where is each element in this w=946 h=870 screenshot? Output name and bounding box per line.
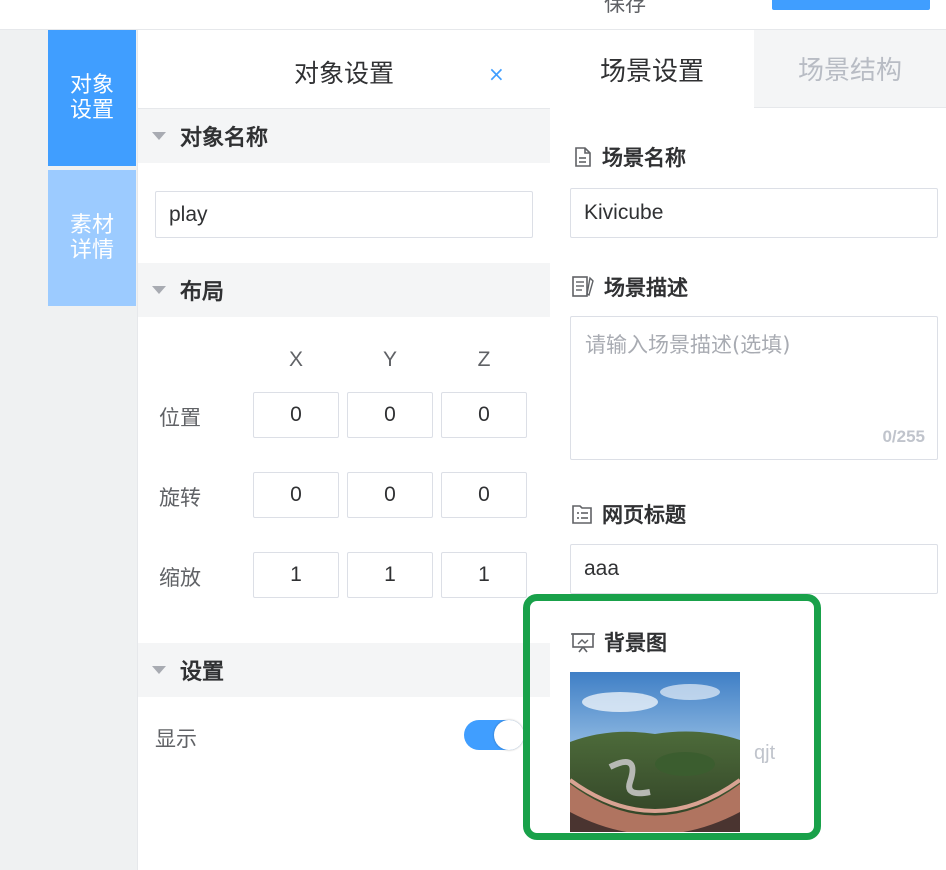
publish-button[interactable]: [772, 0, 930, 10]
rail-tab-label: 对象设置: [69, 73, 114, 123]
rotation-label: 旋转: [159, 486, 201, 510]
page-title-title: 网页标题: [570, 499, 686, 529]
section-label: 设置: [180, 660, 225, 685]
field-label: 背景图: [604, 631, 667, 655]
position-label: 位置: [159, 406, 201, 430]
rail-tab-object-settings[interactable]: 对象设置: [48, 30, 136, 166]
chevron-down-icon: [152, 286, 166, 294]
chevron-down-icon: [152, 132, 166, 140]
rotation-x-input[interactable]: 0: [253, 472, 339, 518]
document-icon: [575, 147, 591, 167]
axis-label-y: Y: [382, 348, 397, 371]
panorama-image: [570, 672, 740, 832]
section-label: 布局: [180, 280, 225, 305]
scale-x-input[interactable]: 1: [253, 552, 339, 598]
chevron-down-icon: [152, 666, 166, 674]
list-document-icon: [572, 505, 592, 524]
presentation-icon: [571, 633, 595, 653]
scene-description-input[interactable]: 请输入场景描述(选填) 0/255: [570, 316, 938, 460]
top-bar: 保存: [0, 0, 946, 30]
field-label: 网页标题: [602, 503, 686, 527]
position-z-input[interactable]: 0: [441, 392, 527, 438]
tab-scene-structure[interactable]: 场景结构: [754, 30, 946, 108]
section-label: 对象名称: [180, 126, 269, 151]
save-button[interactable]: 保存: [604, 0, 646, 18]
scene-name-title: 场景名称: [570, 142, 686, 172]
display-toggle[interactable]: [464, 720, 524, 750]
scene-description-title: 场景描述: [570, 272, 688, 302]
axis-label-x: X: [288, 348, 303, 371]
display-label: 显示: [155, 727, 197, 751]
position-x-input[interactable]: 0: [253, 392, 339, 438]
scale-z-input[interactable]: 1: [441, 552, 527, 598]
scale-label: 缩放: [159, 566, 201, 590]
object-name-input[interactable]: play: [155, 191, 533, 238]
background-image-thumbnail[interactable]: [570, 672, 740, 832]
scale-y-input[interactable]: 1: [347, 552, 433, 598]
field-label: 场景名称: [602, 146, 686, 170]
section-layout[interactable]: 布局: [138, 263, 550, 317]
page-title-input[interactable]: aaa: [570, 544, 938, 594]
character-counter: 0/255: [882, 427, 925, 446]
section-settings[interactable]: 设置: [138, 643, 550, 697]
rail-tab-asset-details[interactable]: 素材详情: [48, 170, 136, 306]
position-y-input[interactable]: 0: [347, 392, 433, 438]
rotation-z-input[interactable]: 0: [441, 472, 527, 518]
tab-scene-settings[interactable]: 场景设置: [550, 30, 754, 108]
section-object-name[interactable]: 对象名称: [138, 109, 550, 163]
object-settings-panel: 对象设置 × 对象名称 play 布局 X Y Z 位置 0 0 0 旋转 0 …: [137, 30, 551, 870]
background-image-title: 背景图: [570, 627, 667, 657]
rail-tab-label: 素材详情: [69, 213, 114, 263]
rotation-y-input[interactable]: 0: [347, 472, 433, 518]
edit-document-icon: [572, 276, 594, 297]
close-icon[interactable]: ×: [488, 64, 505, 84]
axis-label-z: Z: [477, 348, 491, 371]
panel-header: 对象设置 ×: [138, 30, 550, 109]
toggle-knob: [494, 720, 524, 750]
description-placeholder: 请输入场景描述(选填): [585, 333, 791, 357]
field-label: 场景描述: [604, 276, 688, 300]
background-image-name: qjt: [754, 742, 776, 764]
scene-settings-panel: 场景设置 场景结构 场景名称 Kivicube 场景描述 请输入场景描述(选填)…: [550, 30, 946, 870]
scene-name-input[interactable]: Kivicube: [570, 188, 938, 238]
